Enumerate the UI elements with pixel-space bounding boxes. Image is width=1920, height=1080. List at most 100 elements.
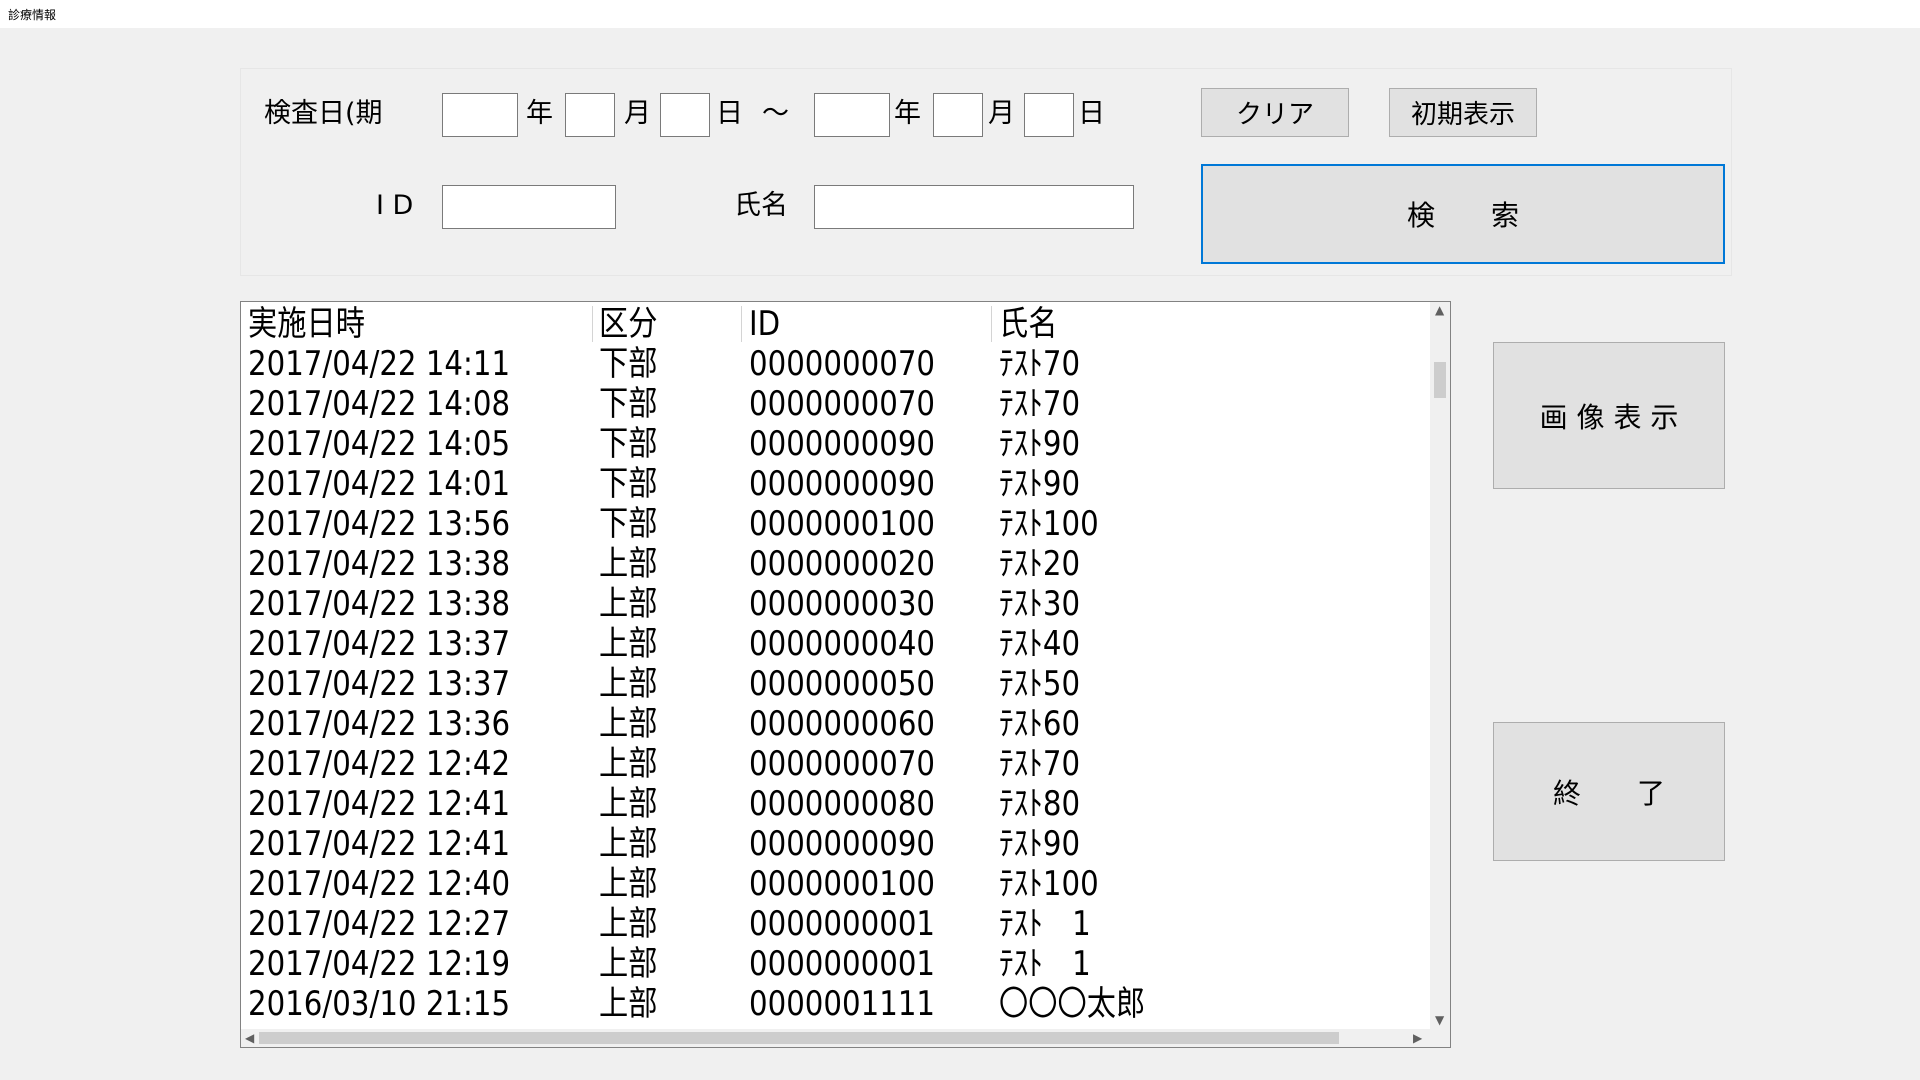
cell-category: 下部	[599, 344, 658, 384]
to-year-unit: 年	[894, 98, 921, 129]
col-header-datetime[interactable]: 実施日時	[248, 304, 365, 344]
to-month-input[interactable]	[933, 93, 983, 137]
cell-datetime: 2017/04/22 13:36	[248, 704, 511, 744]
cell-id: 0000000060	[749, 704, 936, 744]
cell-datetime: 2017/04/22 13:37	[248, 664, 511, 704]
cell-datetime: 2017/04/22 14:05	[248, 424, 511, 464]
initial-display-button[interactable]: 初期表示	[1389, 88, 1537, 137]
vertical-scrollbar[interactable]: ▲ ▼	[1430, 302, 1450, 1031]
chevron-up-icon[interactable]: ▲	[1435, 304, 1444, 316]
col-header-separator[interactable]	[592, 306, 593, 342]
cell-category: 下部	[599, 504, 658, 544]
cell-datetime: 2017/04/22 14:08	[248, 384, 511, 424]
chevron-right-icon[interactable]: ▶	[1413, 1032, 1422, 1044]
cell-name: ﾃｽﾄ100	[999, 864, 1099, 904]
horizontal-scrollbar[interactable]: ◀ ▶	[241, 1029, 1430, 1047]
col-header-id[interactable]: ID	[749, 304, 780, 344]
chevron-left-icon[interactable]: ◀	[245, 1032, 254, 1044]
exam-date-label: 検査日(期	[264, 98, 383, 129]
search-button[interactable]: 検 索	[1201, 164, 1725, 264]
cell-id: 0000000001	[749, 944, 936, 984]
from-day-input[interactable]	[660, 93, 710, 137]
cell-id: 0000000020	[749, 544, 936, 584]
cell-id: 0000000100	[749, 504, 936, 544]
cell-category: 上部	[599, 864, 658, 904]
cell-id: 0000000030	[749, 584, 936, 624]
cell-datetime: 2017/04/22 12:41	[248, 784, 511, 824]
cell-datetime: 2017/04/22 12:41	[248, 824, 511, 864]
cell-id: 0000000080	[749, 784, 936, 824]
cell-name: ﾃｽﾄ100	[999, 504, 1099, 544]
name-label: 氏名	[734, 190, 788, 221]
results-list[interactable]: 実施日時 区分 ID 氏名 2017/04/22 14:11 下部 00000000…	[240, 301, 1451, 1048]
cell-datetime: 2017/04/22 12:19	[248, 944, 511, 984]
cell-category: 上部	[599, 784, 658, 824]
cell-category: 上部	[599, 824, 658, 864]
cell-id: 0000000070	[749, 344, 936, 384]
cell-datetime: 2017/04/22 13:37	[248, 624, 511, 664]
cell-category: 上部	[599, 584, 658, 624]
cell-name: ﾃｽﾄ70	[999, 744, 1081, 784]
col-header-category[interactable]: 区分	[599, 304, 657, 344]
name-input[interactable]	[814, 185, 1134, 229]
id-label: I D	[376, 190, 414, 221]
cell-name: ﾃｽﾄ30	[999, 584, 1081, 624]
chevron-down-icon[interactable]: ▼	[1435, 1014, 1444, 1026]
cell-datetime: 2017/04/22 12:42	[248, 744, 511, 784]
from-year-unit: 年	[526, 98, 553, 129]
cell-name: ﾃｽﾄ70	[999, 384, 1081, 424]
cell-category: 下部	[599, 464, 658, 504]
to-day-unit: 日	[1078, 98, 1105, 129]
id-input[interactable]	[442, 185, 616, 229]
to-year-input[interactable]	[814, 93, 890, 137]
cell-name: ﾃｽﾄ90	[999, 424, 1081, 464]
cell-id: 0000000100	[749, 864, 936, 904]
cell-name: ﾃｽﾄ60	[999, 704, 1081, 744]
cell-category: 上部	[599, 984, 658, 1024]
image-display-button[interactable]: 画 像 表 示	[1493, 342, 1725, 489]
from-year-input[interactable]	[442, 93, 518, 137]
cell-category: 上部	[599, 624, 658, 664]
cell-id: 0000000090	[749, 824, 936, 864]
cell-id: 0000000050	[749, 664, 936, 704]
cell-name: ﾃｽﾄ90	[999, 824, 1081, 864]
range-tilde: 〜	[762, 98, 789, 129]
cell-name: ﾃｽﾄ40	[999, 624, 1081, 664]
from-month-unit: 月	[624, 98, 651, 129]
col-header-separator[interactable]	[741, 306, 742, 342]
exit-button[interactable]: 終 了	[1493, 722, 1725, 861]
cell-datetime: 2017/04/22 13:56	[248, 504, 511, 544]
cell-name: ﾃｽﾄ70	[999, 344, 1081, 384]
cell-datetime: 2017/04/22 14:01	[248, 464, 511, 504]
cell-category: 下部	[599, 384, 658, 424]
cell-id: 0000000001	[749, 904, 936, 944]
clear-button[interactable]: クリア	[1201, 88, 1349, 137]
cell-id: 0000000070	[749, 744, 936, 784]
cell-category: 上部	[599, 544, 658, 584]
cell-datetime: 2016/03/10 21:15	[248, 984, 511, 1024]
cell-category: 上部	[599, 944, 658, 984]
vertical-scroll-thumb[interactable]	[1434, 362, 1446, 398]
cell-category: 下部	[599, 424, 658, 464]
to-day-input[interactable]	[1024, 93, 1074, 137]
cell-category: 上部	[599, 904, 658, 944]
cell-name: ﾃｽﾄ 1	[999, 944, 1091, 984]
cell-name: ﾃｽﾄ20	[999, 544, 1081, 584]
cell-datetime: 2017/04/22 12:27	[248, 904, 511, 944]
cell-datetime: 2017/04/22 13:38	[248, 584, 511, 624]
cell-name: 〇〇〇太郎	[999, 984, 1146, 1024]
cell-id: 0000001111	[749, 984, 936, 1024]
cell-name: ﾃｽﾄ 1	[999, 904, 1091, 944]
from-month-input[interactable]	[565, 93, 615, 137]
cell-name: ﾃｽﾄ50	[999, 664, 1081, 704]
col-header-separator[interactable]	[991, 306, 992, 342]
cell-datetime: 2017/04/22 14:11	[248, 344, 511, 384]
from-day-unit: 日	[716, 98, 743, 129]
cell-id: 0000000090	[749, 424, 936, 464]
cell-datetime: 2017/04/22 12:40	[248, 864, 511, 904]
col-header-name[interactable]: 氏名	[999, 304, 1057, 344]
cell-category: 上部	[599, 704, 658, 744]
cell-id: 0000000090	[749, 464, 936, 504]
scrollbar-corner	[1430, 1029, 1450, 1047]
horizontal-scroll-thumb[interactable]	[259, 1032, 1339, 1044]
